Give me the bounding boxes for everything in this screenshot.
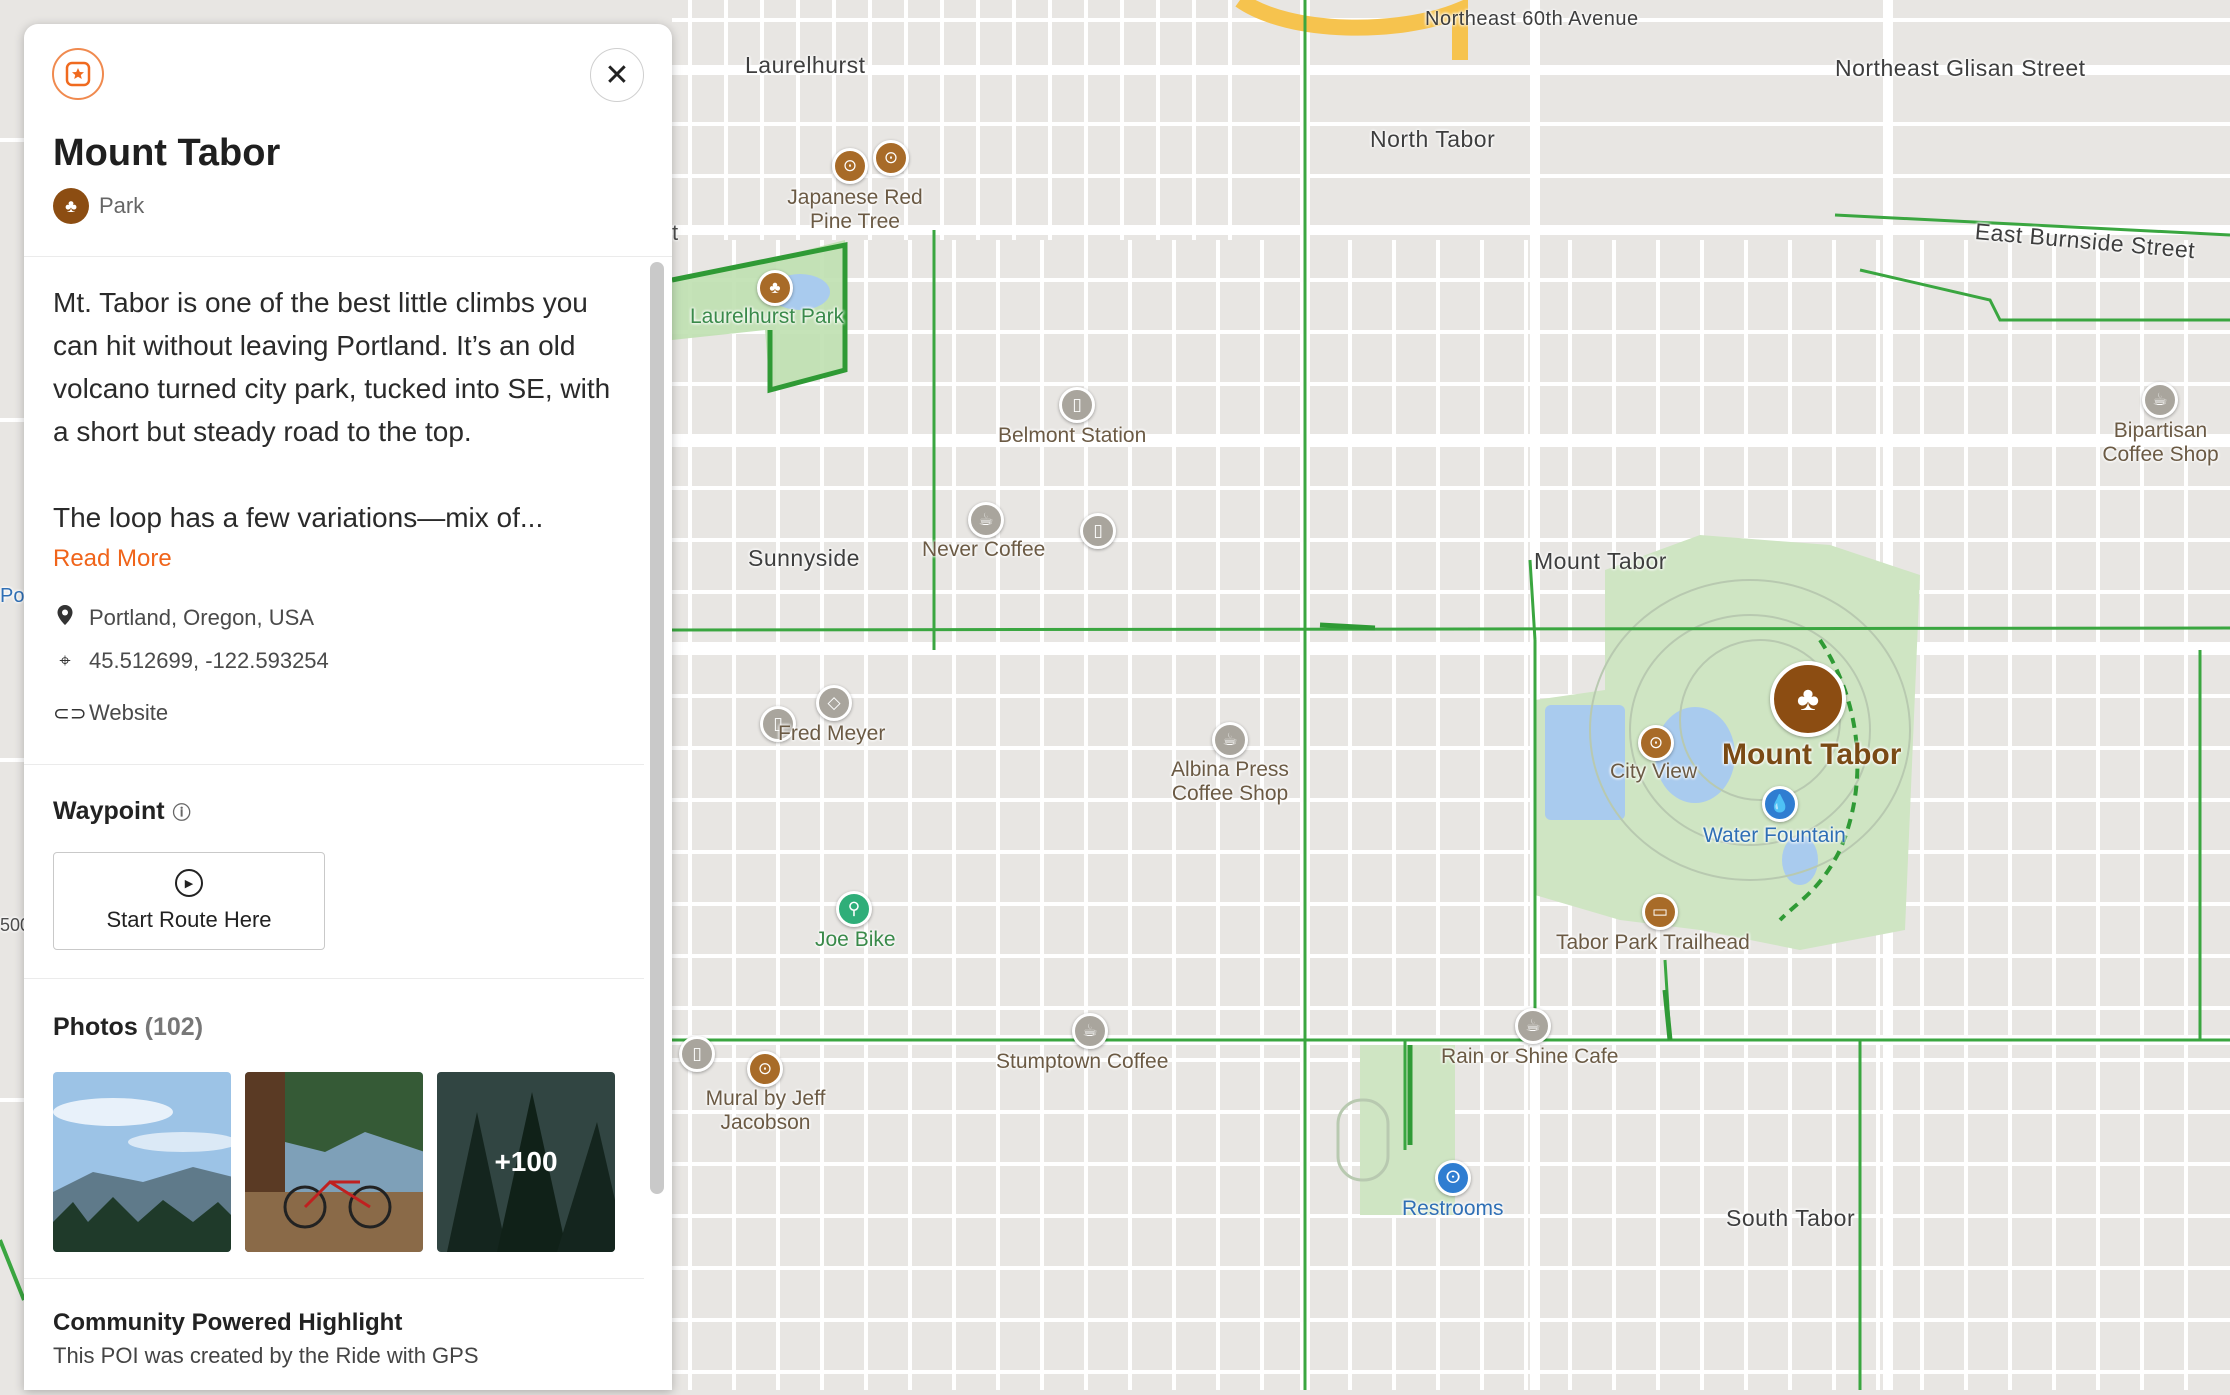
poi-title: Mount Tabor [53, 132, 281, 174]
poi-meta: Portland, Oregon, USA ⌖ 45.512699, -122.… [53, 603, 615, 728]
binoculars-icon[interactable]: ⊙ [873, 140, 909, 176]
panel-scroll-area[interactable]: Mt. Tabor is one of the best little clim… [24, 257, 644, 1390]
poi-label[interactable]: Mount Tabor [1722, 738, 1901, 773]
street-label: Northeast 60th Avenue [1425, 8, 1639, 30]
map-edge-label: t [672, 220, 679, 245]
water-icon[interactable]: 💧 [1762, 786, 1798, 822]
street-label: North Tabor [1370, 126, 1496, 152]
start-route-button[interactable]: ▶ Start Route Here [53, 852, 325, 950]
waypoint-title-text: Waypoint [53, 797, 165, 825]
map-edge-label: Po [0, 585, 25, 607]
street-label: Northeast Glisan Street [1835, 55, 2086, 81]
website-row[interactable]: ⊂⊃ Website [53, 698, 615, 728]
start-route-label: Start Route Here [106, 907, 272, 932]
website-link[interactable]: Website [89, 700, 168, 726]
beer-icon[interactable]: ▯ [1059, 387, 1095, 423]
photo-thumbnail-more[interactable]: +100 [437, 1072, 615, 1252]
panel-scrollbar[interactable] [650, 262, 664, 1194]
photos-section: Photos (102) +100 [24, 978, 644, 1278]
community-section: Community Powered Highlight This POI was… [24, 1278, 644, 1369]
poi-label[interactable]: Laurelhurst Park [690, 305, 844, 329]
shopping-icon[interactable]: ◇ [816, 685, 852, 721]
photo-strip: +100 [53, 1072, 615, 1252]
beer-icon[interactable]: ▯ [1080, 513, 1116, 549]
photos-more-label: +100 [437, 1072, 615, 1252]
poi-label[interactable]: Never Coffee [922, 538, 1045, 562]
poi-label[interactable]: Rain or Shine Cafe [1441, 1045, 1618, 1069]
photos-count: (102) [144, 1013, 204, 1041]
community-title: Community Powered Highlight [53, 1309, 403, 1336]
info-icon[interactable]: ⓘ [173, 803, 191, 823]
poi-label[interactable]: Mural by Jeff Jacobson [693, 1087, 838, 1135]
poi-description-more: The loop has a few variations—mix of... [53, 502, 544, 533]
bike-icon[interactable]: ⚲ [836, 891, 872, 927]
tree-icon: ♣ [53, 188, 89, 224]
beer-icon[interactable]: ▯ [679, 1036, 715, 1072]
photo-thumbnail[interactable] [245, 1072, 423, 1252]
poi-label[interactable]: Stumptown Coffee [996, 1050, 1168, 1074]
coordinates-row: ⌖ 45.512699, -122.593254 [53, 646, 615, 676]
poi-type: ♣ Park [53, 188, 144, 224]
poi-description: Mt. Tabor is one of the best little clim… [53, 287, 611, 447]
poi-label[interactable]: Joe Bike [815, 928, 896, 952]
binoculars-icon[interactable]: ⊙ [832, 148, 868, 184]
photos-title: Photos (102) [53, 1013, 615, 1042]
sign-icon[interactable]: ▭ [1642, 894, 1678, 930]
street-label: Mount Tabor [1534, 548, 1667, 574]
coffee-icon[interactable]: ☕ [1072, 1013, 1108, 1049]
poi-type-label: Park [99, 193, 145, 218]
street-label: South Tabor [1726, 1205, 1856, 1231]
poi-detail-panel: ✕ Mount Tabor ♣ Park Mt. Tabor is one of… [24, 24, 672, 1390]
street-label: Laurelhurst [745, 52, 866, 78]
poi-label[interactable]: Fred Meyer [778, 722, 885, 746]
coffee-icon[interactable]: ☕ [968, 502, 1004, 538]
coffee-icon[interactable]: ☕ [2142, 382, 2178, 418]
poi-label[interactable]: Tabor Park Trailhead [1556, 931, 1750, 955]
read-more-link[interactable]: Read More [53, 545, 615, 573]
link-icon: ⊂⊃ [53, 702, 87, 725]
tree-icon[interactable]: ♣ [757, 270, 793, 306]
photos-title-text: Photos [53, 1013, 138, 1041]
poi-label[interactable]: Albina Press Coffee Shop [1165, 758, 1295, 806]
coordinates-text: 45.512699, -122.593254 [89, 648, 329, 673]
tree-icon[interactable]: ♣ [1770, 661, 1846, 737]
poi-label[interactable]: City View [1610, 760, 1697, 784]
binoculars-icon[interactable]: ⊙ [747, 1051, 783, 1087]
community-text: This POI was created by the Ride with GP… [53, 1343, 479, 1368]
favorite-star-icon[interactable] [52, 48, 104, 100]
poi-label[interactable]: Japanese Red Pine Tree [770, 186, 940, 234]
play-icon: ▶ [175, 869, 203, 897]
poi-label[interactable]: Bipartisan Coffee Shop [2098, 419, 2223, 467]
coffee-icon[interactable]: ☕ [1515, 1008, 1551, 1044]
photo-thumbnail[interactable] [53, 1072, 231, 1252]
location-text: Portland, Oregon, USA [89, 605, 315, 630]
crosshair-icon: ⌖ [59, 649, 71, 672]
waypoint-section: Waypoint ⓘ ▶ Start Route Here [24, 764, 644, 978]
poi-label[interactable]: Belmont Station [998, 424, 1146, 448]
coffee-icon[interactable]: ☕ [1212, 722, 1248, 758]
location-row: Portland, Oregon, USA [53, 603, 615, 633]
street-label: Sunnyside [748, 545, 860, 571]
panel-header: ✕ Mount Tabor ♣ Park [24, 24, 672, 257]
close-icon[interactable]: ✕ [590, 48, 644, 102]
location-pin-icon [53, 604, 77, 632]
binoculars-icon[interactable]: ⊙ [1638, 725, 1674, 761]
restroom-icon[interactable]: ⵙ [1435, 1160, 1471, 1196]
poi-label[interactable]: Restrooms [1402, 1197, 1504, 1221]
waypoint-title: Waypoint ⓘ [53, 797, 615, 826]
poi-label[interactable]: Water Fountain [1703, 824, 1846, 848]
